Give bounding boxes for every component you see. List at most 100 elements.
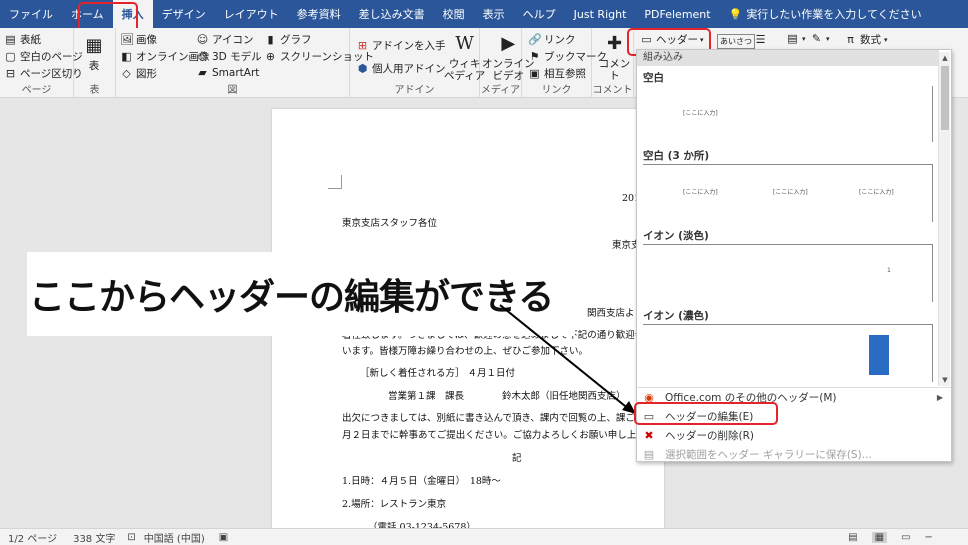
online-image-icon: ◧ [121,50,132,63]
table-grid-icon: ▦ [85,35,103,56]
header-option-blank-three[interactable]: [ここに入力] [ここに入力] [ここに入力] [643,164,933,222]
item-1-text: 1.日時：４月５日（金曜日） 18時～ [342,476,501,487]
builtin-section-label: 組み込み [637,50,939,66]
wikipedia-icon: W [455,33,474,54]
icons-icon: ☺ [196,33,209,46]
screenshot-icon: ⊕ [265,50,276,63]
tell-me-box[interactable]: 💡 実行したい作業を入力してください [720,0,931,28]
store-icon: ⊞ [357,39,368,52]
tab-view[interactable]: 表示 [474,0,514,28]
read-mode-icon[interactable]: ▤ [848,532,857,543]
macro-icon[interactable]: ▣ [219,532,228,543]
header-menu: ◉ Office.com のその他のヘッダー(M) ▶ ▭ ヘッダーの編集(E)… [637,387,951,464]
cross-reference-button[interactable]: ▣ 相互参照 [528,66,586,81]
group-illustrations: 🖼 画像 ◧ オンライン画像 ◇ 図形 ☺ アイコン ⬡ 3D モデル ▰ SmartArt… [116,28,374,98]
shapes-button[interactable]: ◇ 図形 [120,66,157,81]
header-option-ion-light[interactable]: 1 [643,244,933,302]
zoom-out-icon[interactable]: − [925,532,933,543]
cover-page-icon: ▤ [5,33,16,46]
tab-file[interactable]: ファイル [0,0,62,28]
item-2-text: 2.場所：レストラン東京 [342,499,447,510]
icons-button[interactable]: ☺ アイコン [196,32,254,47]
page-number-text: 1 [887,267,891,274]
gallery-title-blank: 空白 [643,72,664,84]
tab-design[interactable]: デザイン [153,0,215,28]
group-table: ▦ 表 表 [74,28,116,98]
gallery-title-ion-dark: イオン (濃色) [643,310,709,322]
header-option-blank[interactable]: [ここに入力] [643,86,933,142]
quick-parts-button[interactable]: ▤ ▾ [786,32,806,45]
group-label-table: 表 [89,85,100,96]
submenu-arrow-icon: ▶ [936,393,943,402]
status-bar: 1/2 ページ 338 文字 ⊡ 中国語 (中国) ▣ ▤ ▦ ▭ − [0,528,968,545]
group-addins: ⊞ アドインを入手 ⬢ 個人用アドイン W ウィキ ペディア アドイン [350,28,485,98]
bookmark-icon: ⚑ [529,50,540,63]
tab-just-right[interactable]: Just Right [565,0,636,28]
signature-button[interactable]: ✎ ▾ [810,32,830,45]
ki-text: 記 [512,453,522,464]
callout-text: ここからヘッダーの編集ができる [29,277,554,318]
tell-me-text: 実行したい作業を入力してください [746,8,922,21]
group-label-media: メディア [480,85,521,96]
header-option-ion-dark[interactable] [643,324,933,382]
my-addins-button[interactable]: ⬢ 個人用アドイン [356,61,446,76]
newcomer-line: ［新しく着任される方］ ４月１日付 [360,368,516,379]
ion-dark-block [869,335,889,375]
scroll-up-icon[interactable]: ▲ [939,52,951,64]
page-break-button[interactable]: ⊟ ページ区切り [4,66,83,81]
group-label-addins: アドイン [394,85,435,96]
placeholder-text-left: [ここに入力] [683,189,718,196]
word-count[interactable]: 338 文字 [73,530,115,545]
group-links: 🔗 リンク ⚑ ブックマーク ▣ 相互参照 リンク [522,28,607,98]
scrollbar-thumb[interactable] [941,66,949,130]
greeting-textbox-button[interactable]: あいさつ [717,34,755,49]
menu-item-remove-header[interactable]: ✖ ヘッダーの削除(R) [637,426,951,445]
tab-references[interactable]: 参考資料 [288,0,350,28]
language-indicator[interactable]: 中国語 (中国) [144,530,205,545]
lightbulb-icon: 💡 [728,7,743,21]
quick-parts-icon: ▤ [787,32,798,45]
group-label-comment: コメント [592,85,633,96]
table-button[interactable]: ▦ 表 [82,34,106,73]
tab-layout[interactable]: レイアウト [215,0,288,28]
group-label-illustrations: 図 [227,85,238,96]
tab-mailings[interactable]: 差し込み文書 [350,0,434,28]
proofing-icon[interactable]: ⊡ [127,532,135,543]
cover-page-button[interactable]: ▤ 表紙 [4,32,41,47]
equation-button[interactable]: π 数式 ▾ [844,32,887,47]
blank-page-icon: ▢ [5,50,16,63]
textbox-icon: ☰ [755,33,766,46]
tab-pdfelement[interactable]: PDFelement [635,0,719,28]
margin-corner-mark [328,175,342,189]
group-label-pages: ページ [21,85,52,96]
gallery-title-ion-light: イオン (淡色) [643,230,709,242]
greeting-text: 東京支店スタッフ各位 [342,218,438,229]
body-line-2: います。皆様万障お繰り合わせの上、ぜひご参加下さい。 [342,346,589,357]
ribbon-tab-bar: ファイル ホーム 挿入 デザイン レイアウト 参考資料 差し込み文書 校閲 表示… [0,0,968,28]
group-pages: ▤ 表紙 ▢ 空白のページ ⊟ ページ区切り ページ [0,28,83,98]
3d-model-button[interactable]: ⬡ 3D モデル [196,49,262,64]
addin-icon: ⬢ [357,62,368,75]
blank-page-button[interactable]: ▢ 空白のページ [4,49,83,64]
gallery-scrollbar[interactable]: ▲ ▼ [938,52,950,386]
get-addins-button[interactable]: ⊞ アドインを入手 [356,38,446,53]
tab-help[interactable]: ヘルプ [514,0,565,28]
chart-button[interactable]: ▮ グラフ [264,32,311,47]
placeholder-text-center: [ここに入力] [773,189,808,196]
print-layout-icon[interactable]: ▦ [871,531,888,543]
phone-text: （電話 03-1234-5678） [368,522,476,528]
tab-review[interactable]: 校閲 [434,0,474,28]
smartart-button[interactable]: ▰ SmartArt [196,66,259,79]
delete-header-icon: ✖ [644,429,654,442]
text-box-button[interactable]: ☰ [754,33,770,46]
web-layout-icon[interactable]: ▭ [901,532,910,543]
chart-icon: ▮ [267,33,274,46]
scroll-down-icon[interactable]: ▼ [939,374,951,386]
save-gallery-icon: ▤ [643,448,655,461]
chevron-down-icon: ▾ [802,34,806,43]
link-button[interactable]: 🔗 リンク [528,32,576,47]
group-media: ▶ オンライン ビデオ メディア [480,28,535,98]
image-button[interactable]: 🖼 画像 [120,32,157,47]
header-gallery-dropdown: 組み込み 空白 [ここに入力] 空白 (3 か所) [ここに入力] [ここに入力… [636,49,952,462]
page-count[interactable]: 1/2 ページ [8,530,57,545]
